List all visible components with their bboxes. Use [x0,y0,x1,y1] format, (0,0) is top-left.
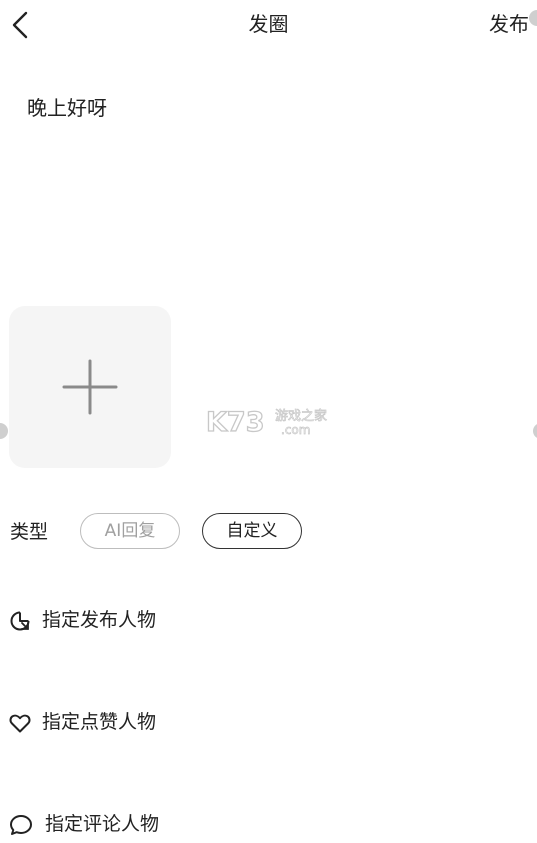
watermark-logo-text: K73 [206,407,265,438]
publisher-icon [10,611,30,631]
assign-commenter-row[interactable]: 指定评论人物 [8,809,188,839]
type-option-ai-reply[interactable]: AI回复 [80,513,180,549]
heart-icon [9,714,31,733]
add-image-button[interactable] [9,306,171,468]
type-option-custom[interactable]: 自定义 [202,513,302,549]
edge-dot-left [0,423,8,439]
page-title: 发圈 [248,12,289,36]
comment-icon [10,815,32,835]
assign-publisher-row[interactable]: 指定发布人物 [8,605,188,635]
plus-icon [62,359,118,415]
publish-button[interactable]: 发布 [489,10,529,38]
watermark-domain: .com [281,423,310,437]
assign-publisher-label: 指定发布人物 [42,609,157,631]
assign-commenter-label: 指定评论人物 [45,813,160,835]
type-label: 类型 [10,521,49,543]
assign-liker-label: 指定点赞人物 [42,711,157,733]
assign-liker-row[interactable]: 指定点赞人物 [8,707,188,737]
edge-dot-right [533,423,537,439]
post-text-input[interactable]: 晚上好呀 [27,94,107,122]
k73-watermark-logo: K73 游戏之家 .com [205,406,327,438]
watermark-site-name: 游戏之家 [275,408,327,424]
